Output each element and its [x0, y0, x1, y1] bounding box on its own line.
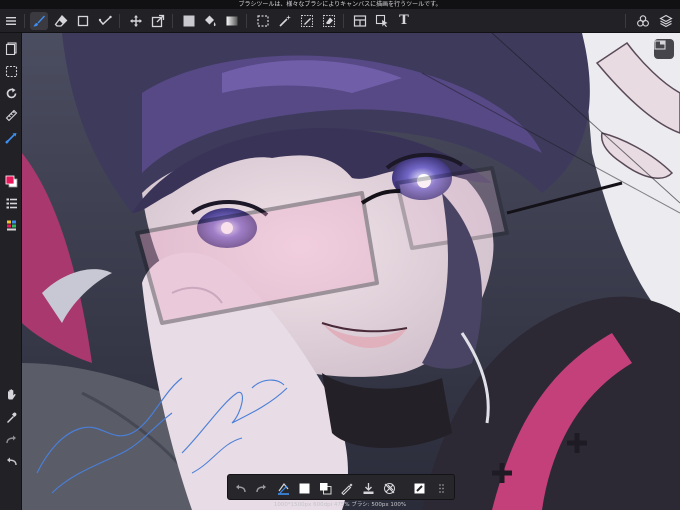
medibang-app: ブラシツールは、様々なブラシによりキャンバスに描画を行うツールです。 T 100… [0, 0, 680, 510]
pen-icon[interactable] [337, 479, 355, 497]
ruler-icon[interactable] [2, 106, 20, 124]
undo-icon[interactable] [2, 452, 20, 470]
tool-hint-bar: ブラシツールは、様々なブラシによりキャンバスに描画を行うツールです。 [0, 0, 680, 9]
undo-icon[interactable] [231, 479, 249, 497]
text-icon[interactable]: T [395, 12, 413, 30]
snap-icon[interactable] [2, 128, 20, 146]
pages-icon[interactable] [2, 39, 20, 57]
move-icon[interactable] [127, 12, 145, 30]
palette-icon[interactable] [2, 216, 20, 234]
menu-icon[interactable] [2, 12, 20, 30]
clear-icon[interactable] [410, 479, 428, 497]
redo-icon[interactable] [252, 479, 270, 497]
rotate-icon[interactable] [2, 84, 20, 102]
select-rect-icon[interactable] [254, 12, 272, 30]
swap-colors-icon[interactable] [316, 479, 334, 497]
frame-divider-icon[interactable] [351, 12, 369, 30]
illustration [22, 33, 680, 510]
fill-color-icon[interactable] [180, 12, 198, 30]
quick-toolbar [227, 474, 455, 500]
color-swatch-icon[interactable] [2, 172, 20, 190]
materials-icon[interactable] [634, 12, 652, 30]
left-sidebar [0, 33, 22, 510]
transform-icon[interactable] [149, 12, 167, 30]
download-icon[interactable] [359, 479, 377, 497]
select-move-icon[interactable] [373, 12, 391, 30]
select-eraser-icon[interactable] [320, 12, 338, 30]
snap-off-icon[interactable] [380, 479, 398, 497]
bucket-icon[interactable] [201, 12, 219, 30]
select-pen-icon[interactable] [298, 12, 316, 30]
shape-icon[interactable] [74, 12, 92, 30]
redo-icon[interactable] [2, 430, 20, 448]
drawing-canvas[interactable] [22, 33, 680, 510]
fill-layer-icon[interactable] [274, 479, 292, 497]
eyedropper-icon[interactable] [2, 408, 20, 426]
canvas-status: 1000*1500px 600dpi 475% ブラシ: 500px 100% [273, 502, 407, 508]
eraser-icon[interactable] [52, 12, 70, 30]
gradient-icon[interactable] [223, 12, 241, 30]
canvas-window-icon[interactable] [654, 39, 674, 59]
text-tool-glyph: T [399, 13, 409, 28]
white-color-icon[interactable] [295, 479, 313, 497]
magic-wand-icon[interactable] [276, 12, 294, 30]
select-icon[interactable] [2, 62, 20, 80]
grid-icon[interactable] [433, 479, 451, 497]
hand-icon[interactable] [2, 385, 20, 403]
brush-icon[interactable] [30, 12, 48, 30]
top-toolbar: T [0, 9, 680, 33]
brush-list-icon[interactable] [2, 194, 20, 212]
layers-icon[interactable] [657, 12, 675, 30]
correction-icon[interactable] [96, 12, 114, 30]
tool-hint-text: ブラシツールは、様々なブラシによりキャンバスに描画を行うツールです。 [238, 1, 442, 8]
